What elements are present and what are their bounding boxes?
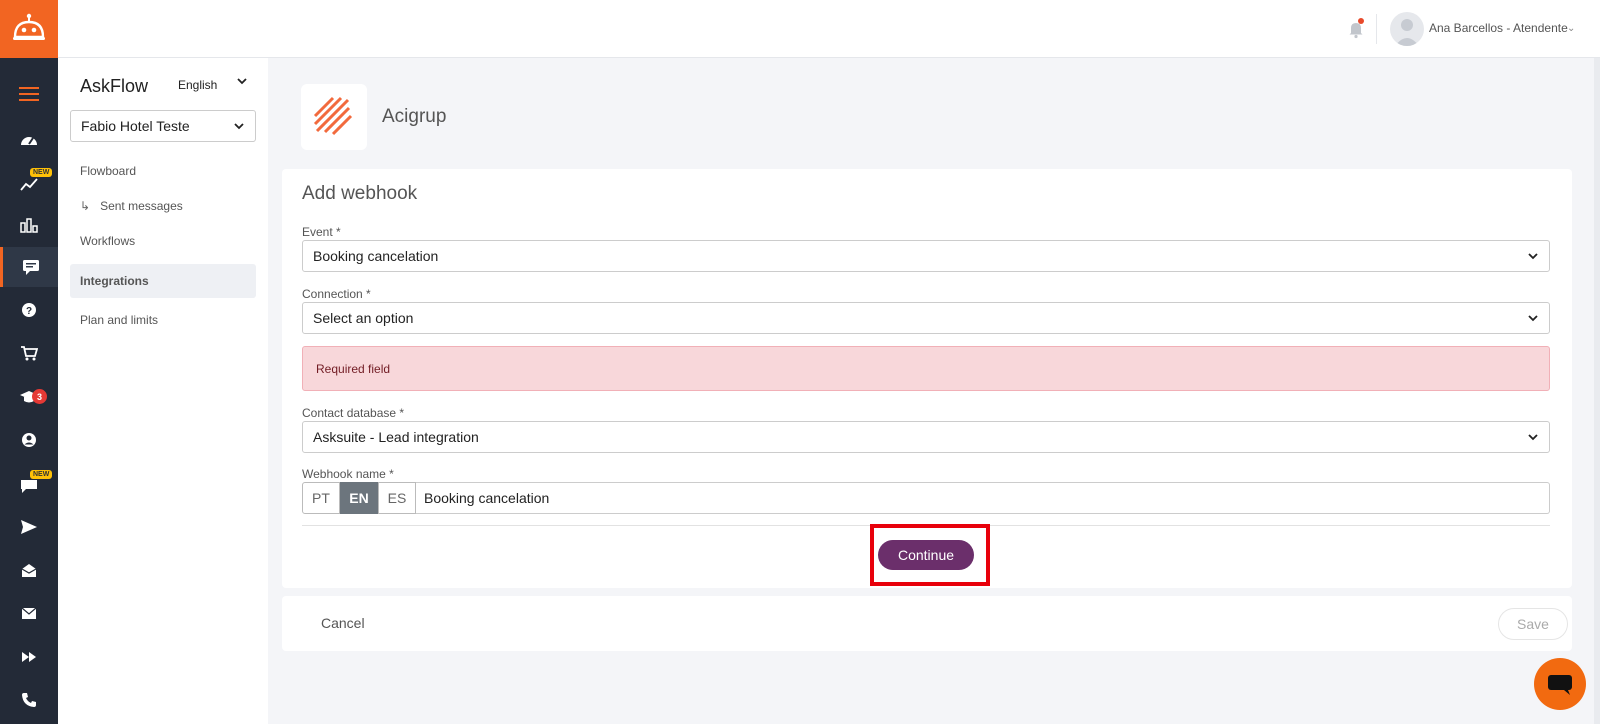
top-bar: Ana Barcellos - Atendente ⌄ [58,0,1600,58]
language-select[interactable]: English [178,78,217,92]
dashboard-gauge-icon[interactable] [0,120,58,160]
sidebar-item-integrations[interactable]: Integrations [70,264,256,298]
contact-database-select-value: Asksuite - Lead integration [313,429,479,445]
lang-button-en[interactable]: EN [340,482,378,514]
user-account-icon[interactable] [0,420,58,460]
continue-button[interactable]: Continue [878,540,974,570]
chevron-down-icon [1528,434,1538,441]
scrollbar[interactable] [1594,58,1600,724]
error-alert: Required field [302,346,1550,391]
webhook-name-label: Webhook name * [302,467,394,481]
sidebar-item-label: Workflows [80,234,136,248]
chat-bubble-icon[interactable]: NEW [0,466,58,506]
acigrup-logo-icon [313,96,353,136]
contact-database-label: Contact database * [302,406,405,420]
sidebar-item-sent-messages[interactable]: ↳ Sent messages [70,189,256,223]
main-content: Acigrup Add webhook Event * Booking canc… [268,58,1600,724]
fast-forward-icon[interactable] [0,637,58,677]
secondary-sidebar: AskFlow English Fabio Hotel Teste Flowbo… [58,58,268,724]
add-webhook-panel: Add webhook Event * Booking cancelation … [282,169,1572,588]
divider [1376,14,1377,44]
hamburger-menu-icon[interactable] [0,74,58,114]
event-select[interactable]: Booking cancelation [302,240,1550,272]
robot-logo-icon[interactable] [0,0,58,58]
phone-icon[interactable] [0,680,58,720]
page-title: Add webhook [302,183,418,204]
svg-text:?: ? [26,306,32,317]
graduation-cap-icon[interactable]: 3 [0,377,58,417]
sidebar-item-label: Integrations [80,274,149,288]
lang-button-es[interactable]: ES [378,482,416,514]
event-select-value: Booking cancelation [313,248,439,264]
sidebar-item-workflows[interactable]: Workflows [70,224,256,258]
lang-button-pt[interactable]: PT [302,482,340,514]
cart-icon[interactable] [0,333,58,373]
save-button[interactable]: Save [1498,608,1568,640]
new-badge: NEW [30,470,53,479]
sidebar-item-plan-and-limits[interactable]: Plan and limits [70,303,256,337]
error-text: Required field [316,361,391,376]
sidebar-item-label: Sent messages [100,199,183,213]
cancel-button[interactable]: Cancel [321,615,365,631]
form-footer: Cancel Save [282,596,1572,651]
event-label: Event * [302,225,341,239]
send-icon[interactable] [0,507,58,547]
connection-select[interactable]: Select an option [302,302,1550,334]
integration-logo [301,84,367,150]
trending-up-icon[interactable]: NEW [0,164,58,204]
connection-select-value: Select an option [313,310,414,326]
sidebar-item-label: Plan and limits [80,313,159,327]
chevron-down-icon [1528,253,1538,260]
integration-name: Acigrup [382,106,447,127]
webhook-name-input[interactable]: Booking cancelation [416,482,1550,514]
chat-widget-button[interactable] [1534,658,1586,710]
app-title: AskFlow [80,76,149,96]
notification-dot [1358,18,1364,24]
new-badge: NEW [30,168,53,177]
help-icon[interactable]: ? [0,290,58,330]
bar-chart-icon[interactable] [0,205,58,245]
sub-arrow-icon: ↳ [80,199,91,213]
connection-label: Connection * [302,287,371,301]
hotel-select-value: Fabio Hotel Teste [81,118,190,134]
language-toggle-group: PT EN ES [302,482,416,514]
chevron-down-icon [1528,315,1538,322]
chevron-down-icon[interactable]: ⌄ [1567,23,1575,34]
sidebar-item-flowboard[interactable]: Flowboard [70,154,256,188]
avatar[interactable] [1390,12,1424,46]
chat-icon [1548,675,1572,695]
main-rail: NEW ? 3 NEW [0,0,58,724]
user-name[interactable]: Ana Barcellos - Atendente [1429,21,1568,35]
integrations-chat-icon[interactable] [0,247,58,287]
sidebar-item-label: Flowboard [80,164,137,178]
chevron-down-icon [234,123,244,130]
chevron-down-icon[interactable] [236,75,248,90]
academy-count-badge: 3 [32,389,47,404]
open-mail-icon[interactable] [0,550,58,590]
hotel-select[interactable]: Fabio Hotel Teste [70,110,256,142]
contact-database-select[interactable]: Asksuite - Lead integration [302,421,1550,453]
mail-icon[interactable] [0,593,58,633]
